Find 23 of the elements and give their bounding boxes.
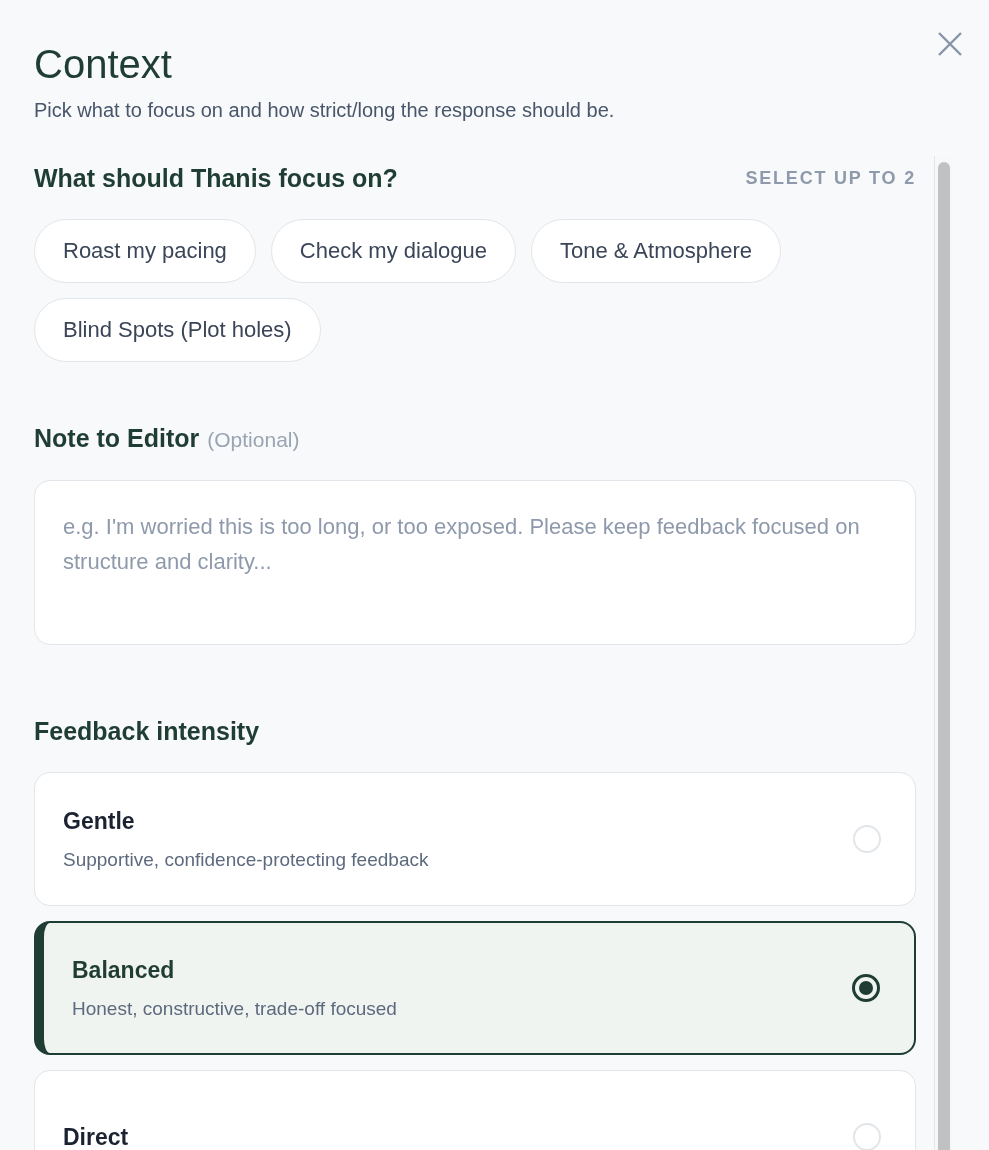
close-icon[interactable]: [937, 31, 963, 57]
radio-button[interactable]: [852, 974, 880, 1002]
panel-description: Pick what to focus on and how strict/long the response should be.: [34, 98, 616, 122]
section-heading: Feedback intensity: [34, 717, 261, 746]
intensity-option[interactable]: Direct: [34, 1070, 916, 1150]
scrollbar[interactable]: [934, 156, 952, 1150]
section-heading: Note to Editor: [34, 424, 200, 453]
option-description: Honest, constructive, trade-off focused: [72, 997, 397, 1020]
focus-chip[interactable]: Blind Spots (Plot holes): [34, 298, 321, 362]
intensity-option[interactable]: Balanced Honest, constructive, trade-off focused: [34, 921, 916, 1055]
option-title: Balanced: [72, 956, 176, 984]
option-title: Gentle: [63, 807, 136, 835]
panel-title: Context: [34, 41, 172, 88]
focus-chip[interactable]: Tone & Atmosphere: [530, 219, 781, 283]
selection-limit: SELECT UP TO 2: [745, 168, 916, 189]
note-field[interactable]: e.g. I'm worried this is too long, or too exposed. Please keep feedback focused on structure and clarity...: [34, 480, 916, 645]
intensity-option[interactable]: Gentle Supportive, confidence-protecting feedback: [34, 772, 916, 906]
focus-chip[interactable]: Check my dialogue: [270, 219, 516, 283]
option-title: Direct: [63, 1123, 129, 1150]
option-description: Supportive, confidence-protecting feedback: [63, 848, 429, 871]
optional-label: (Optional): [207, 428, 300, 452]
section-heading: What should Thanis focus on?: [34, 164, 398, 193]
focus-chip[interactable]: Roast my pacing: [34, 219, 256, 283]
